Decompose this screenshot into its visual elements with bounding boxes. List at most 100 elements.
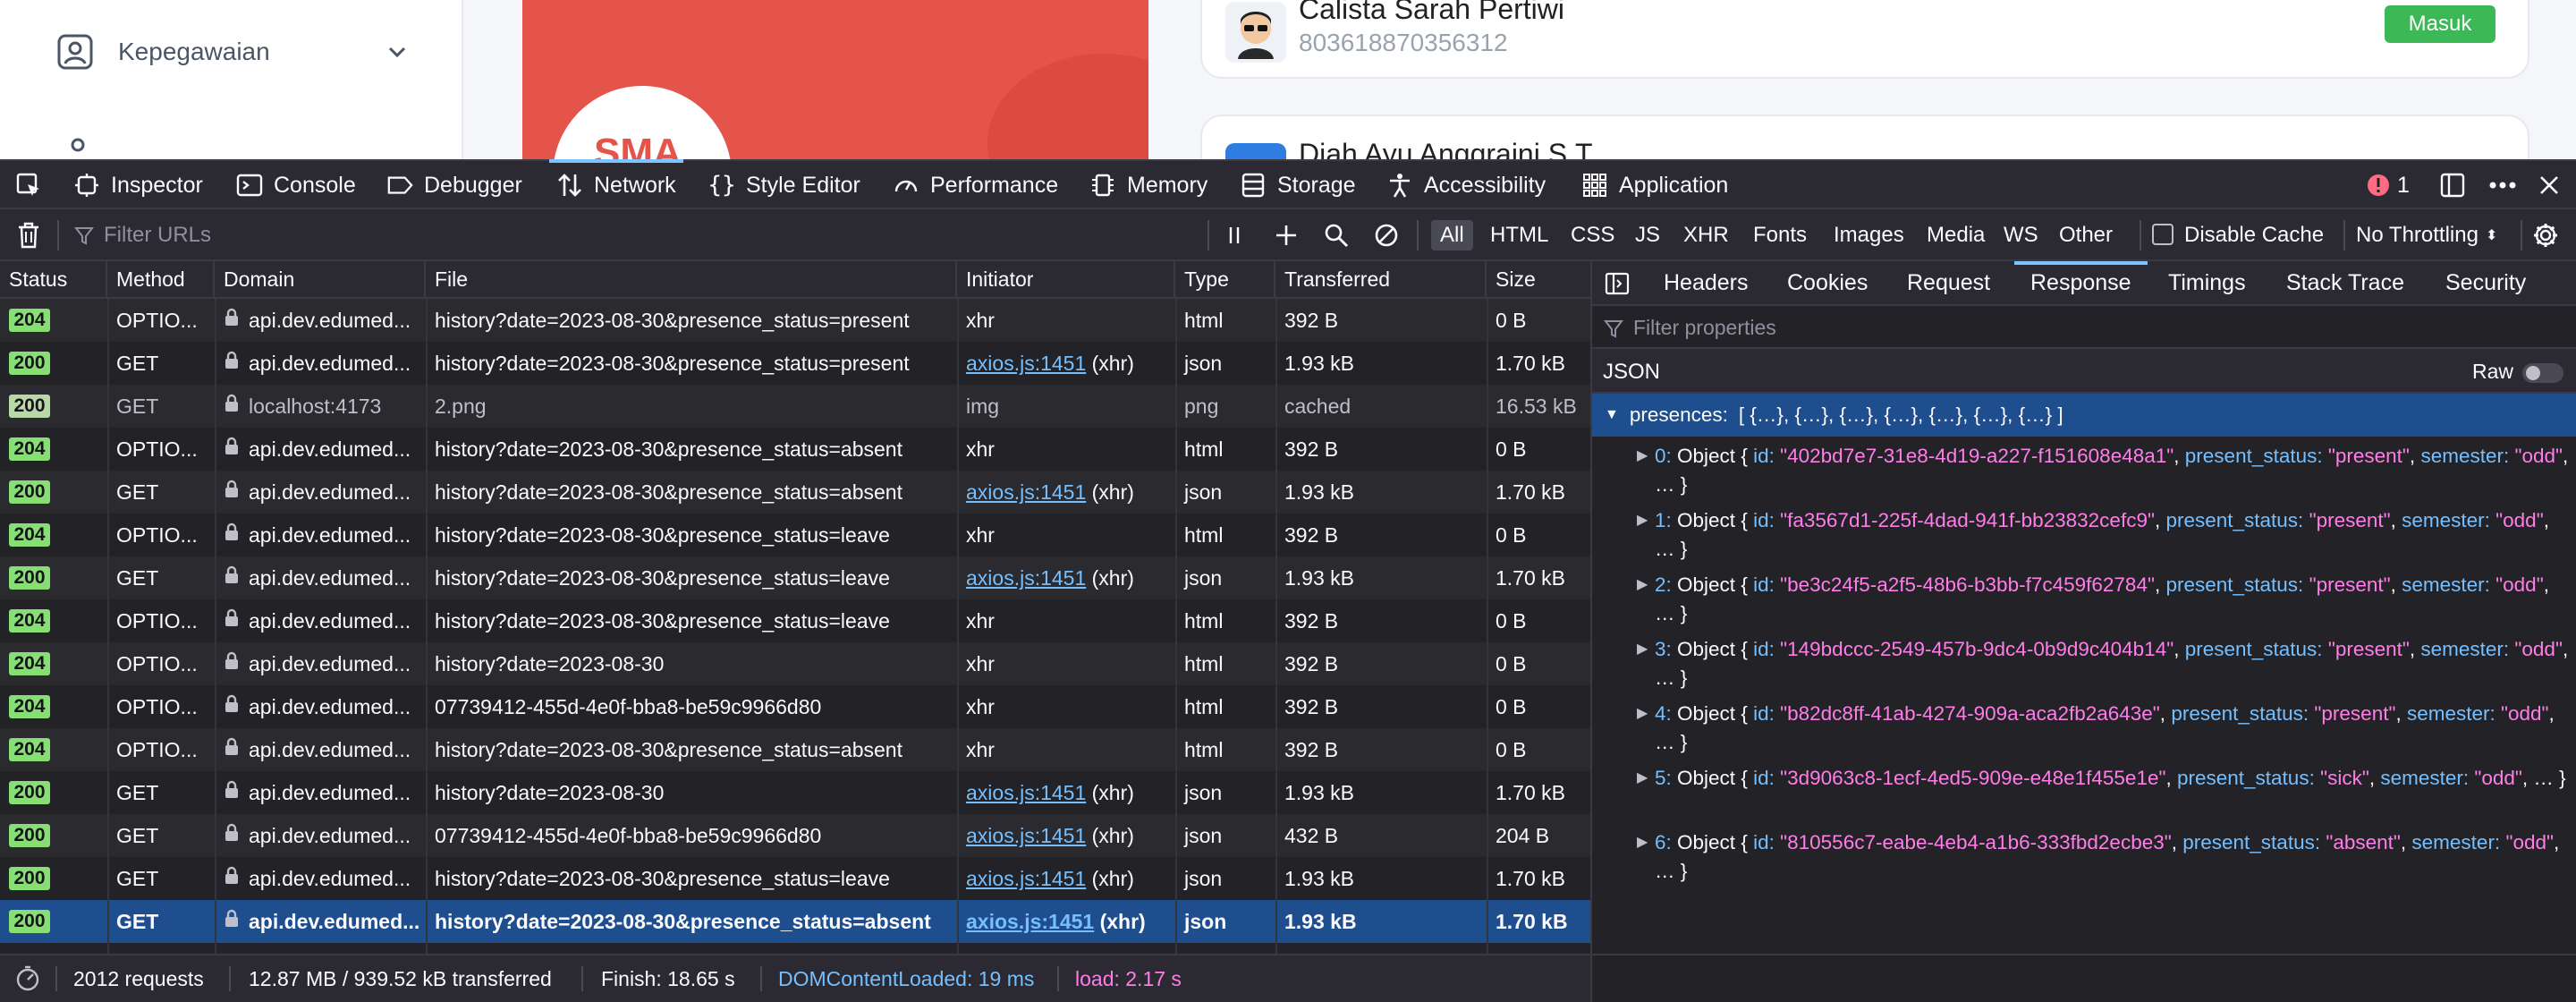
performance-analysis-icon[interactable] [14, 955, 41, 1002]
initiator-link[interactable]: axios.js:1451 [966, 781, 1086, 805]
id-key: id: [1753, 573, 1775, 596]
table-row[interactable]: 200 GET api.dev.edumed... history?date=2023… [0, 857, 1590, 900]
tab-memory[interactable]: Memory [1089, 161, 1208, 209]
attendance-card[interactable]: Calista Sarah Pertiwi 803618870356312 Ma… [1200, 0, 2529, 79]
cell-file: 07739412-455d-4e0f-bba8-be59c9966d80 [435, 823, 822, 847]
sidebar-item-kepegawaian[interactable]: Kepegawaian [55, 25, 413, 79]
close-icon[interactable] [2531, 161, 2567, 209]
block-icon[interactable] [1370, 218, 1402, 252]
tab-debugger[interactable]: Debugger [386, 161, 522, 209]
sidebar-item-label: Kepegawaian [118, 38, 270, 65]
cell-status: 204 [0, 685, 107, 728]
cell-status: 200 [0, 771, 107, 814]
error-counter[interactable]: 1 [2361, 161, 2415, 209]
tab-stack-trace[interactable]: Stack Trace [2286, 261, 2404, 304]
initiator-link[interactable]: axios.js:1451 [966, 352, 1086, 376]
pause-icon[interactable] [1218, 218, 1250, 252]
more-options-icon[interactable] [2483, 161, 2522, 209]
initiator-link[interactable]: axios.js:1451 [966, 566, 1086, 590]
tab-style-editor[interactable]: {} Style Editor [708, 161, 860, 209]
tab-console[interactable]: Console [236, 161, 356, 209]
tab-inspector[interactable]: Inspector [73, 161, 203, 209]
table-row[interactable]: 200 GET api.dev.edumed... history?date=2023… [0, 342, 1590, 385]
initiator-link[interactable]: axios.js:1451 [966, 867, 1086, 891]
disable-cache-checkbox[interactable] [2152, 224, 2174, 245]
raw-toggle[interactable] [2522, 363, 2563, 383]
tab-accessibility[interactable]: Accessibility [1386, 161, 1546, 209]
tab-application[interactable]: Application [1581, 161, 1728, 209]
filter-js[interactable]: JS [1626, 220, 1669, 250]
filter-css[interactable]: CSS [1562, 220, 1623, 250]
divider [2140, 220, 2141, 250]
tree-item[interactable]: ▶ 2: Object { id: "be3c24f5-a2f5-48b6-b3b… [1592, 571, 2576, 635]
table-row[interactable]: 200 GET api.dev.edumed... history?date=2023… [0, 771, 1590, 814]
filter-xhr[interactable]: XHR [1674, 220, 1738, 250]
table-row[interactable]: 204 OPTIO... api.dev.edumed... history?date… [0, 428, 1590, 471]
filter-media[interactable]: Media [1918, 220, 1994, 250]
object-word: Object [1677, 831, 1736, 853]
table-row[interactable]: 204 OPTIO... api.dev.edumed... history?date… [0, 514, 1590, 556]
throttling-select[interactable]: No Throttling ⬍ [2356, 220, 2497, 250]
tree-item[interactable]: ▶ 0: Object { id: "402bd7e7-31e8-4d19-a22… [1592, 442, 2576, 506]
domain-text: api.dev.edumed... [249, 608, 411, 633]
filter-fonts[interactable]: Fonts [1744, 220, 1816, 250]
semester-value: "odd" [2505, 831, 2554, 853]
filter-properties-input[interactable] [1606, 311, 2411, 344]
tree-item[interactable]: ▶ 1: Object { id: "fa3567d1-225f-4dad-941… [1592, 506, 2576, 571]
chevron-down-icon[interactable] [381, 36, 413, 68]
table-row[interactable]: 204 OPTIO... api.dev.edumed... 07739412-455… [0, 685, 1590, 728]
tab-performance[interactable]: Performance [893, 161, 1058, 209]
column-method[interactable]: Method [107, 261, 215, 297]
tab-timings[interactable]: Timings [2168, 261, 2246, 304]
column-file[interactable]: File [426, 261, 957, 297]
cell-transferred: cached [1284, 394, 1352, 418]
initiator-link[interactable]: axios.js:1451 [966, 480, 1086, 505]
initiator-link[interactable]: axios.js:1451 [966, 910, 1094, 934]
filter-ws[interactable]: WS [1995, 220, 2047, 250]
dock-side-icon[interactable] [2435, 161, 2470, 209]
column-initiator[interactable]: Initiator [957, 261, 1175, 297]
tree-item[interactable]: ▶ 4: Object { id: "b82dc8ff-41ab-4274-909… [1592, 700, 2576, 764]
tab-headers[interactable]: Headers [1664, 261, 1749, 304]
table-row[interactable]: 200 GET localhost:4173 2.png img png cached 16.… [0, 385, 1590, 428]
column-size[interactable]: Size [1487, 261, 1590, 297]
tab-security[interactable]: Security [2445, 261, 2526, 304]
tree-root-node[interactable]: ▼ presences: [ {…}, {…}, {…}, {…}, {…}, … [1592, 394, 2576, 437]
add-icon[interactable] [1270, 218, 1302, 252]
table-row[interactable]: 204 OPTIO... api.dev.edumed... history?date… [0, 642, 1590, 685]
filter-other[interactable]: Other [2050, 220, 2122, 250]
table-row[interactable]: 200 GET api.dev.edumed... history?date=2023… [0, 556, 1590, 599]
filter-html[interactable]: HTML [1481, 220, 1557, 250]
cell-type: json [1184, 866, 1223, 890]
search-icon[interactable] [1320, 218, 1352, 252]
table-row[interactable]: 200 GET api.dev.edumed... history?date=2023… [0, 471, 1590, 514]
gear-icon[interactable] [2529, 218, 2562, 252]
filter-images[interactable]: Images [1825, 220, 1913, 250]
table-row[interactable]: 204 OPTIO... api.dev.edumed... history?date… [0, 728, 1590, 771]
column-type[interactable]: Type [1175, 261, 1275, 297]
attendance-card[interactable]: Diah Ayu Anggraini S.T. [1200, 115, 2529, 159]
toggle-sidebar-icon[interactable] [1601, 267, 1633, 301]
semester-key: semester: [2420, 638, 2510, 660]
tab-cookies[interactable]: Cookies [1787, 261, 1868, 304]
column-status[interactable]: Status [0, 261, 107, 297]
tree-item[interactable]: ▶ 3: Object { id: "149bdccc-2549-457b-9dc… [1592, 635, 2576, 700]
column-transferred[interactable]: Transferred [1275, 261, 1487, 297]
element-picker-icon[interactable] [13, 161, 45, 209]
column-domain[interactable]: Domain [215, 261, 426, 297]
table-row[interactable]: 204 OPTIO... api.dev.edumed... history?date… [0, 299, 1590, 342]
tab-response[interactable]: Response [2014, 261, 2148, 304]
table-row[interactable]: 200 GET api.dev.edumed... history?date=2023… [0, 900, 1590, 943]
tab-storage[interactable]: Storage [1240, 161, 1356, 209]
initiator-link[interactable]: axios.js:1451 [966, 824, 1086, 848]
tree-item[interactable]: ▶ 5: Object { id: "3d9063c8-1ecf-4ed5-909… [1592, 764, 2576, 828]
column-divider [426, 299, 428, 954]
tab-network[interactable]: Network [549, 159, 683, 209]
tab-request[interactable]: Request [1907, 261, 1990, 304]
filter-all[interactable]: All [1431, 220, 1473, 250]
trash-icon[interactable] [13, 218, 45, 252]
table-row[interactable]: 204 OPTIO... api.dev.edumed... history?date… [0, 599, 1590, 642]
table-row[interactable]: 200 GET api.dev.edumed... 07739412-455d-4e0… [0, 814, 1590, 857]
tree-item[interactable]: ▶ 6: Object { id: "810556c7-eabe-4eb4-a1b… [1592, 828, 2576, 893]
filter-urls-input[interactable] [72, 218, 1208, 252]
